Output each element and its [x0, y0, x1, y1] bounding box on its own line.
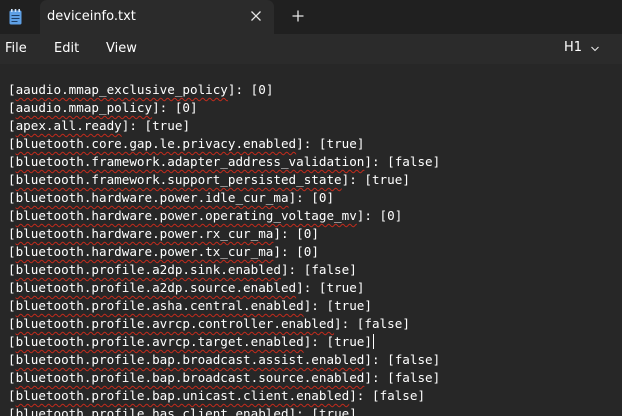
property-value: true	[334, 334, 365, 349]
property-key: bluetooth.hardware.power.idle_cur_ma	[15, 190, 289, 205]
property-value: 0	[387, 208, 395, 223]
property-value: false	[394, 154, 433, 169]
property-key: bluetooth.profile.bap.broadcast.assist.e…	[15, 352, 365, 367]
text-line: [aaudio.mmap_policy]: [0]	[8, 100, 198, 115]
property-key: bluetooth.profile.avrcp.controller.enabl…	[15, 316, 335, 331]
heading-label: H1	[564, 40, 583, 55]
property-value: 0	[318, 190, 327, 205]
text-line: [aaudio.mmap_exclusive_policy]: [0]	[8, 82, 274, 97]
property-key: bluetooth.profile.bap.unicast.client.ena…	[15, 388, 350, 403]
property-key: bluetooth.core.gap.le.privacy.enabled	[15, 136, 297, 151]
text-line: [bluetooth.hardware.power.rx_cur_ma]: [0…	[8, 226, 319, 241]
notepad-icon	[9, 9, 22, 25]
property-value: 0	[303, 226, 312, 241]
text-line: [bluetooth.profile.asha.central.enabled]…	[8, 298, 372, 313]
property-key: aaudio.mmap_exclusive_policy	[15, 82, 228, 97]
property-value: false	[379, 388, 418, 403]
property-key: bluetooth.profile.asha.central.enabled	[15, 298, 304, 313]
property-value: 0	[182, 100, 191, 115]
property-value: true	[334, 298, 365, 313]
chevron-down-icon	[591, 46, 599, 52]
property-value: true	[371, 172, 403, 187]
text-line: [bluetooth.profile.avrcp.controller.enab…	[8, 316, 410, 331]
property-key: bluetooth.profile.a2dp.source.enabled	[15, 280, 297, 295]
property-key: bluetooth.hardware.power.rx_cur_ma	[15, 226, 274, 241]
text-line: [bluetooth.profile.avrcp.target.enabled]…	[8, 334, 374, 349]
menu-view[interactable]: View	[106, 41, 137, 56]
text-editor[interactable]: [aaudio.mmap_exclusive_policy]: [0] [aaud…	[0, 64, 622, 416]
text-line: [bluetooth.profile.a2dp.source.enabled]:…	[8, 280, 365, 295]
property-value: true	[326, 280, 357, 295]
text-line: [bluetooth.profile.bap.broadcast.source.…	[8, 370, 441, 385]
text-line: [bluetooth.framework.support_persisted_s…	[8, 172, 410, 187]
text-line: [bluetooth.profile.bap.unicast.client.en…	[8, 388, 426, 403]
property-key: bluetooth.profile.avrcp.target.enabled	[15, 334, 304, 349]
property-value: true	[152, 118, 183, 133]
property-value: false	[364, 316, 403, 331]
text-line: [bluetooth.hardware.power.idle_cur_ma]: …	[8, 190, 335, 205]
menu-bar: File Edit View H1	[0, 34, 622, 64]
text-line: [bluetooth.hardware.power.tx_cur_ma]: [0…	[8, 244, 319, 259]
title-bar: deviceinfo.txt	[0, 0, 622, 34]
property-key: apex.all.ready	[15, 118, 122, 133]
text-line: [bluetooth.hardware.power.operating_volt…	[8, 208, 403, 223]
text-line: [bluetooth.framework.adapter_address_val…	[8, 154, 441, 169]
text-line: [bluetooth.profile.a2dp.sink.enabled]: […	[8, 262, 357, 277]
plus-icon[interactable]	[290, 8, 306, 24]
menu-edit[interactable]: Edit	[54, 41, 79, 56]
text-line: [apex.all.ready]: [true]	[8, 118, 191, 133]
property-value: true	[326, 136, 357, 151]
property-key: bluetooth.hardware.power.operating_volta…	[15, 208, 357, 223]
property-value: false	[311, 262, 350, 277]
editor-content[interactable]: [aaudio.mmap_exclusive_policy]: [0] [aaud…	[8, 81, 440, 416]
property-key: bluetooth.framework.support_persisted_st…	[15, 172, 342, 187]
property-key: bluetooth.framework.adapter_address_vali…	[15, 154, 365, 169]
property-value: 0	[303, 244, 312, 259]
text-caret	[373, 334, 374, 349]
text-line: [bluetooth.profile.has.client.enabled]: …	[8, 405, 440, 416]
property-key: bluetooth.profile.has.client.enabled	[15, 406, 289, 416]
tab-title: deviceinfo.txt	[47, 9, 136, 24]
text-line: [bluetooth.profile.bap.broadcast.assist.…	[8, 352, 441, 367]
property-key: aaudio.mmap_policy	[15, 100, 153, 115]
heading-dropdown[interactable]: H1	[564, 40, 599, 58]
text-line: [bluetooth.core.gap.le.privacy.enabled]:…	[8, 136, 365, 151]
property-key: bluetooth.profile.bap.broadcast.source.e…	[15, 370, 365, 385]
property-value: true	[318, 406, 350, 416]
property-key: bluetooth.hardware.power.tx_cur_ma	[15, 244, 274, 259]
property-value: false	[394, 370, 433, 385]
property-value: false	[394, 352, 433, 367]
tab-deviceinfo[interactable]: deviceinfo.txt	[40, 0, 274, 34]
property-key: bluetooth.profile.a2dp.sink.enabled	[15, 262, 281, 277]
menu-file[interactable]: File	[5, 41, 27, 56]
property-value: 0	[258, 82, 266, 97]
close-icon[interactable]	[248, 8, 264, 24]
